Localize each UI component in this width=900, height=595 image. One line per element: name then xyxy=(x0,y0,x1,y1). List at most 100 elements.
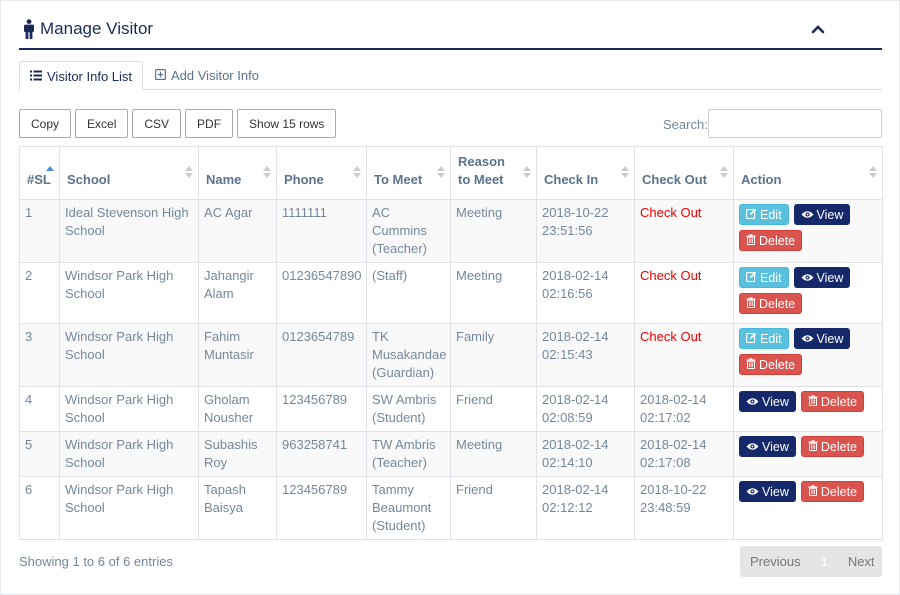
show-rows-button[interactable]: Show 15 rows xyxy=(237,109,337,138)
view-label: View xyxy=(816,270,844,285)
excel-button[interactable]: Excel xyxy=(75,109,129,138)
edit-button[interactable]: Edit xyxy=(739,267,789,288)
view-label: View xyxy=(762,484,789,499)
phone-cell: 963258741 xyxy=(276,431,367,477)
tab-label: Add Visitor Info xyxy=(171,68,259,83)
check-in-cell: 2018-02-14 02:15:43 xyxy=(536,323,635,387)
action-buttons: Edit View Delete xyxy=(739,328,879,380)
page-title: Manage Visitor xyxy=(40,19,154,38)
trash-icon xyxy=(808,483,821,501)
column-header-action[interactable]: Action xyxy=(733,146,883,200)
page-1-button[interactable]: 1 xyxy=(821,554,828,569)
edit-icon xyxy=(746,269,760,287)
previous-page-button[interactable]: Previous xyxy=(750,554,801,569)
list-icon xyxy=(30,69,47,84)
reason-cell: Friend xyxy=(450,476,537,540)
to-meet-cell: TK Musakandae (Guardian) xyxy=(366,323,451,387)
male-icon xyxy=(23,19,35,39)
name-cell: Fahim Muntasir xyxy=(198,323,277,387)
edit-icon xyxy=(746,206,760,224)
check-out-time: 2018-02-14 02:17:08 xyxy=(640,437,707,470)
tab-visitor-info-list[interactable]: Visitor Info List xyxy=(19,61,144,91)
sl-cell: 6 xyxy=(19,476,60,540)
delete-button[interactable]: Delete xyxy=(739,230,803,251)
delete-button[interactable]: Delete xyxy=(739,354,803,375)
delete-label: Delete xyxy=(759,233,796,248)
edit-button[interactable]: Edit xyxy=(739,328,789,349)
table-header-row: #SL School Name Phone To Meet Reason to … xyxy=(19,146,883,200)
school-cell: Windsor Park High School xyxy=(59,431,199,477)
column-header-check-out[interactable]: Check Out xyxy=(634,146,734,200)
table-body: 1 Ideal Stevenson High School AC Agar 11111… xyxy=(19,199,883,540)
check-out-cell: Check Out xyxy=(634,262,734,324)
edit-label: Edit xyxy=(760,207,782,222)
check-out-time: 2018-10-22 23:48:59 xyxy=(640,482,707,515)
column-header-school[interactable]: School xyxy=(59,146,199,200)
table-row: 1 Ideal Stevenson High School AC Agar 11111… xyxy=(19,199,883,263)
view-label: View xyxy=(816,331,844,346)
column-header-check-in[interactable]: Check In xyxy=(536,146,635,200)
view-button[interactable]: View xyxy=(793,204,851,225)
view-button[interactable]: View xyxy=(793,328,851,349)
sort-ascending-icon xyxy=(46,166,54,173)
to-meet-cell: (Staff) xyxy=(366,262,451,324)
delete-button[interactable]: Delete xyxy=(739,293,803,314)
copy-button[interactable]: Copy xyxy=(19,109,72,138)
view-button[interactable]: View xyxy=(739,391,796,412)
edit-label: Edit xyxy=(760,270,782,285)
table-row: 5 Windsor Park High School Subashis Roy 963… xyxy=(19,431,883,477)
phone-cell: 1111111 xyxy=(276,199,367,263)
action-buttons: Edit View Delete xyxy=(739,267,879,319)
table-row: 6 Windsor Park High School Tapash Baisya 12… xyxy=(19,476,883,540)
edit-icon xyxy=(746,330,760,348)
delete-button[interactable]: Delete xyxy=(800,391,865,412)
view-button[interactable]: View xyxy=(793,267,851,288)
column-header-to-meet[interactable]: To Meet xyxy=(366,146,451,200)
next-page-button[interactable]: Next xyxy=(848,554,875,569)
check-in-cell: 2018-02-14 02:12:12 xyxy=(536,476,635,540)
action-buttons: View Delete xyxy=(739,436,879,462)
column-header-reason[interactable]: Reason to Meet xyxy=(450,146,537,200)
delete-label: Delete xyxy=(759,357,796,372)
school-cell: Ideal Stevenson High School xyxy=(59,199,199,263)
check-out-link[interactable]: Check Out xyxy=(640,205,701,220)
view-button[interactable]: View xyxy=(739,481,796,502)
tab-label: Visitor Info List xyxy=(47,68,133,84)
chevron-up-icon[interactable] xyxy=(811,21,825,39)
delete-button[interactable]: Delete xyxy=(800,436,865,457)
column-header-name[interactable]: Name xyxy=(198,146,277,200)
check-out-link[interactable]: Check Out xyxy=(640,329,701,344)
action-cell: Edit View Delete xyxy=(733,199,883,263)
column-header-sl[interactable]: #SL xyxy=(19,146,60,200)
reason-cell: Meeting xyxy=(450,199,537,263)
table-row: 2 Windsor Park High School Jahangir Alam 01… xyxy=(19,262,883,324)
trash-icon xyxy=(808,438,821,456)
view-label: View xyxy=(816,207,844,222)
edit-button[interactable]: Edit xyxy=(739,204,789,225)
delete-label: Delete xyxy=(820,394,858,409)
check-out-cell: 2018-02-14 02:17:02 xyxy=(634,386,734,432)
delete-button[interactable]: Delete xyxy=(800,481,865,502)
check-in-cell: 2018-02-14 02:16:56 xyxy=(536,262,635,324)
sort-icon xyxy=(869,166,877,178)
pdf-button[interactable]: PDF xyxy=(185,109,234,138)
table-row: 3 Windsor Park High School Fahim Muntasir 0… xyxy=(19,323,883,387)
phone-cell: 01236547890 xyxy=(276,262,367,324)
tab-add-visitor-info[interactable]: Add Visitor Info xyxy=(145,61,269,90)
column-header-phone[interactable]: Phone xyxy=(276,146,367,200)
sort-icon xyxy=(720,166,728,178)
sl-cell: 2 xyxy=(19,262,60,324)
action-cell: View Delete xyxy=(733,386,883,432)
sl-cell: 3 xyxy=(19,323,60,387)
action-buttons: View Delete xyxy=(739,391,879,417)
check-out-link[interactable]: Check Out xyxy=(640,268,701,283)
sl-cell: 5 xyxy=(19,431,60,477)
check-in-cell: 2018-02-14 02:08:59 xyxy=(536,386,635,432)
view-button[interactable]: View xyxy=(739,436,796,457)
to-meet-cell: TW Ambris (Teacher) xyxy=(366,431,451,477)
sl-cell: 4 xyxy=(19,386,60,432)
search-input[interactable] xyxy=(708,109,882,138)
csv-button[interactable]: CSV xyxy=(132,109,182,138)
school-cell: Windsor Park High School xyxy=(59,323,199,387)
sort-icon xyxy=(523,166,531,178)
